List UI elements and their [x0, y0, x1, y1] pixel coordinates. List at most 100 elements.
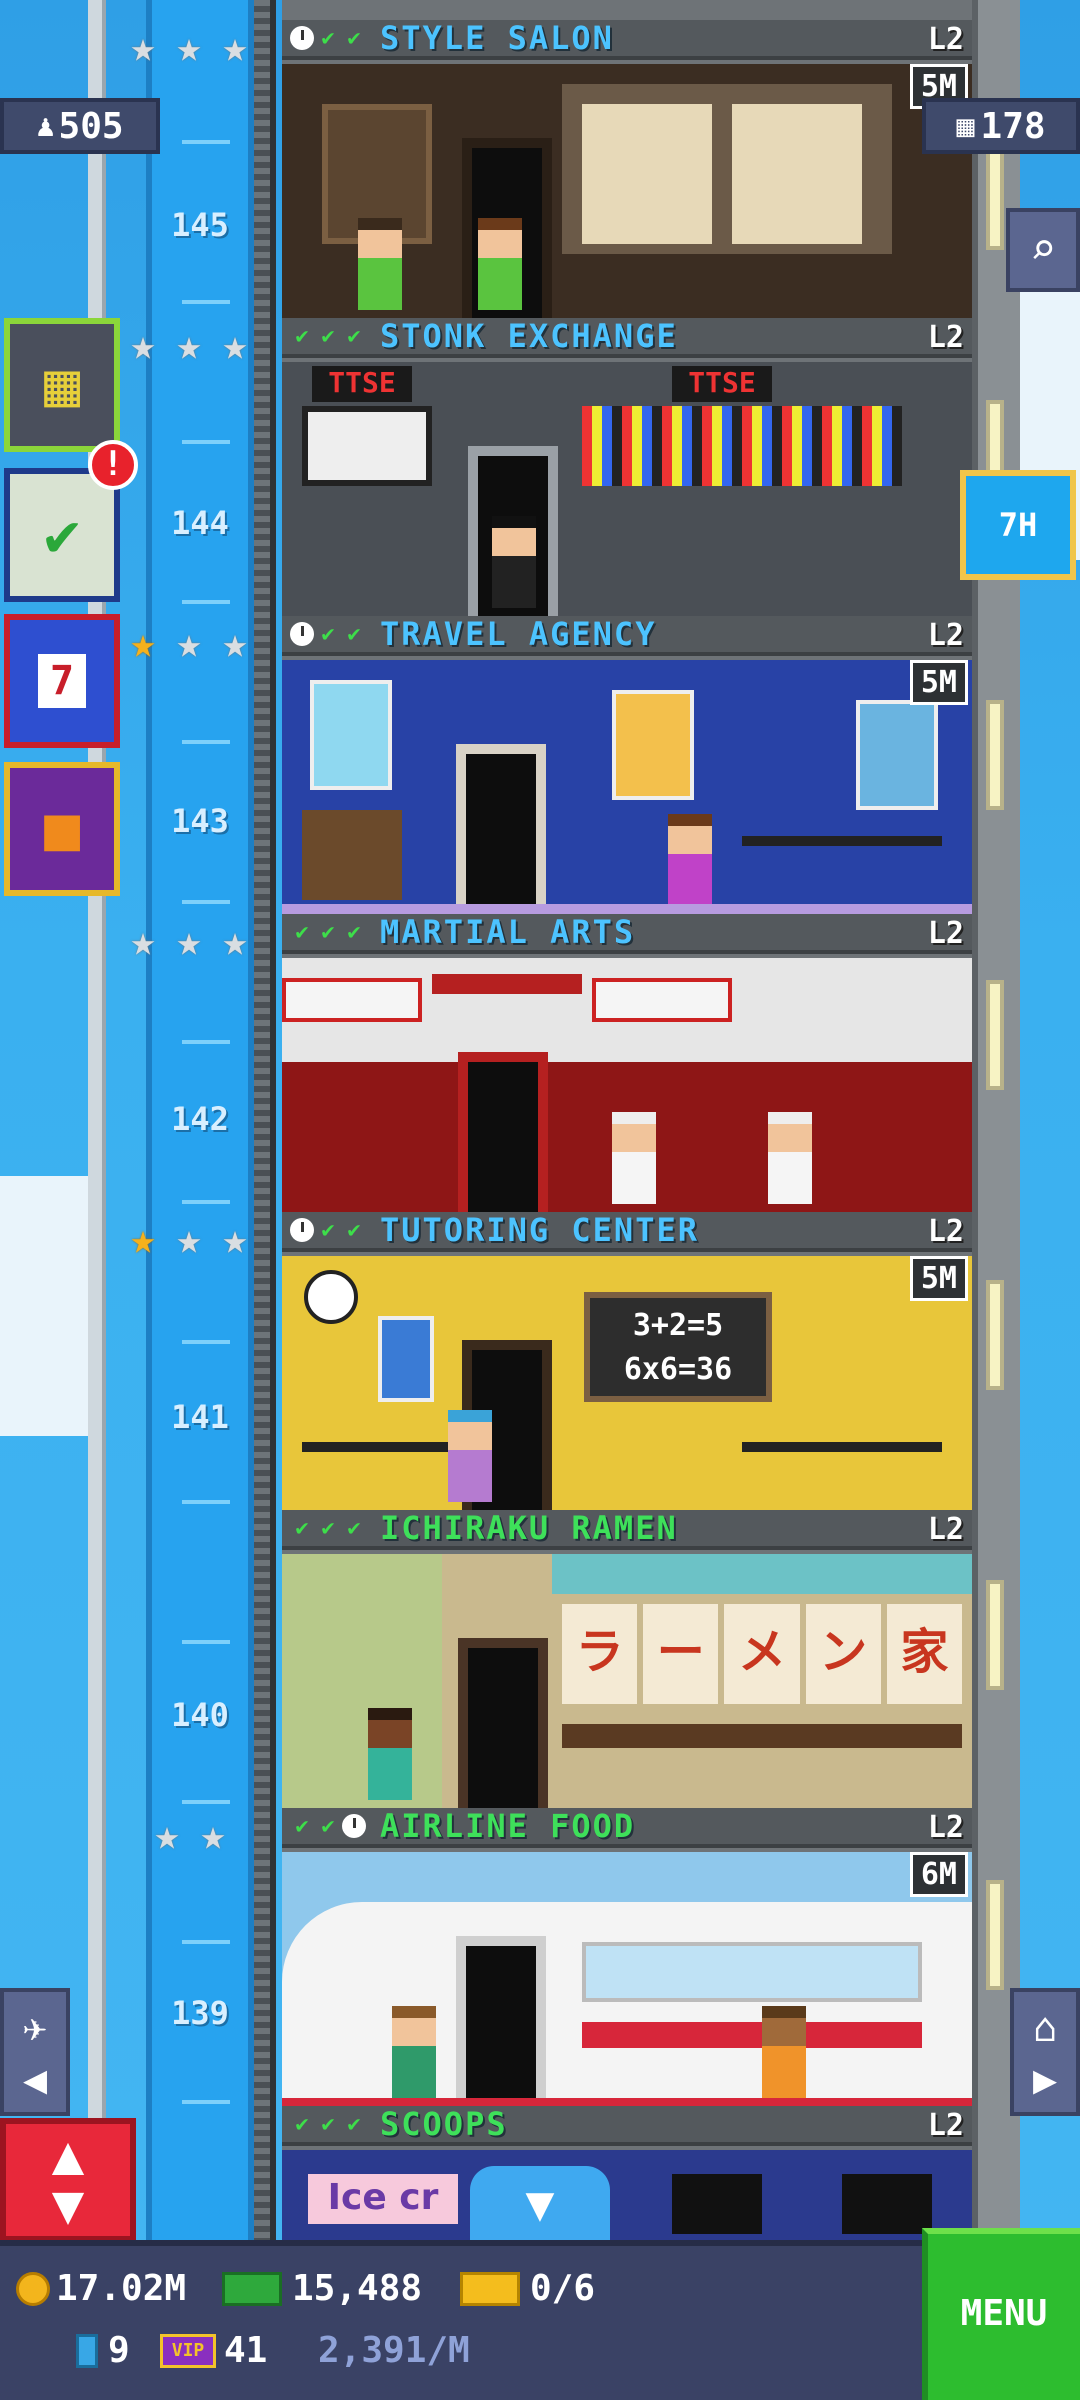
floor-count-counter[interactable]: ▦ 178: [922, 98, 1080, 154]
ice-cream-sign: Ice cr: [308, 2174, 458, 2224]
room-interior: [282, 660, 972, 914]
floor-header: ✔ ✔ TRAVEL AGENCY L2: [282, 615, 972, 656]
tower-window: [986, 1580, 1004, 1690]
star-icon: ★: [130, 22, 156, 71]
star-icon: ★: [222, 618, 248, 667]
check-icon: ✔: [321, 2111, 335, 2137]
star-icon: ★: [154, 1810, 180, 1859]
floor-martial-arts[interactable]: ✔ ✔ ✔ MARTIAL ARTS L2: [282, 913, 972, 1212]
star-icon: ★: [222, 22, 248, 71]
floor-level: L2: [927, 2108, 964, 2143]
check-icon: ✔: [347, 919, 361, 945]
bux-icon: [76, 2333, 98, 2368]
resident[interactable]: [668, 814, 712, 906]
room-interior: ラ ー メ ン 家: [282, 1554, 972, 1808]
resident[interactable]: [448, 1410, 492, 1502]
nav-right-button[interactable]: ⌂ ▶: [1010, 1988, 1080, 2116]
floor-scoops[interactable]: ✔ ✔ ✔ SCOOPS L2 Ice cr: [282, 2106, 972, 2240]
resident[interactable]: [358, 218, 402, 310]
floor-name: ICHIRAKU RAMEN: [380, 1509, 678, 1547]
star-icon: ★: [176, 916, 202, 965]
floor-level: L2: [927, 1810, 964, 1845]
star-icon: ★: [130, 1214, 156, 1263]
coins-stat: 17.02M: [16, 2268, 186, 2309]
resident[interactable]: [478, 218, 522, 310]
tower-window: [986, 700, 1004, 810]
floor-level: L2: [927, 22, 964, 57]
alert-badge: !: [88, 440, 138, 490]
tickets-stat: 0/6: [460, 2268, 595, 2309]
tower-window: [986, 1280, 1004, 1390]
floor-name: MARTIAL ARTS: [380, 913, 636, 951]
check-icon: ✔: [347, 323, 361, 349]
floor-level: L2: [927, 320, 964, 355]
floor-tutoring-center[interactable]: ✔ ✔ TUTORING CENTER L2 3+2=5 6x6=36 5M: [282, 1211, 972, 1510]
menu-button[interactable]: MENU: [922, 2228, 1080, 2400]
floor-name: SCOOPS: [380, 2106, 508, 2143]
floor-header: ✔ ✔ ✔ MARTIAL ARTS L2: [282, 913, 972, 954]
star-icon: ★: [130, 320, 156, 369]
arrow-right-icon: ▶: [1032, 2057, 1058, 2103]
ramen-banner: ラ ー メ ン 家: [562, 1604, 963, 1704]
resident[interactable]: [492, 516, 536, 608]
floor-airline-food[interactable]: ✔ ✔ AIRLINE FOOD L2 6M: [282, 1807, 972, 2106]
bux-value: 9: [108, 2330, 130, 2371]
floor-name: AIRLINE FOOD: [380, 1807, 636, 1845]
room-interior: [282, 64, 972, 318]
floor-stonk-exchange[interactable]: ✔ ✔ ✔ STONK EXCHANGE L2 TTSE TTSE: [282, 317, 972, 616]
star-icon: ★: [130, 618, 156, 667]
floor-ichiraku-ramen[interactable]: ✔ ✔ ✔ ICHIRAKU RAMEN L2 ラ ー メ ン 家: [282, 1509, 972, 1808]
resident[interactable]: [768, 1112, 812, 1204]
check-icon: ✔: [321, 1515, 335, 1541]
star-icon: ★: [176, 618, 202, 667]
calendar-button[interactable]: 7: [4, 614, 120, 748]
coin-icon: [16, 2271, 50, 2306]
floor-stars: ★ ★ ★: [122, 324, 256, 366]
checklist-icon: ✔: [43, 500, 81, 570]
floor-name: STONK EXCHANGE: [380, 317, 678, 355]
vip-icon: VIP: [160, 2333, 216, 2368]
banner-char: ン: [805, 1604, 881, 1704]
arrow-down-icon: ▼: [51, 2173, 85, 2236]
star-icon: ★: [222, 320, 248, 369]
wall-clock-icon: [304, 1270, 358, 1324]
banner-char: 家: [886, 1604, 963, 1704]
floor-stars: ★ ★ ★: [122, 622, 256, 664]
room-interior: [282, 958, 972, 1212]
vip-stat: VIP 41: [160, 2330, 267, 2371]
clock-icon: [342, 1814, 366, 1838]
banner-char: メ: [724, 1604, 800, 1704]
check-icon: ✔: [347, 1515, 361, 1541]
check-icon: ✔: [295, 1813, 309, 1839]
gift-button[interactable]: ■: [4, 762, 120, 896]
elevator-cable: [254, 0, 276, 2240]
bottom-bar: 17.02M 15,488 0/6 9 VIP 41 2,391/M: [0, 2240, 1080, 2400]
floor-name: TUTORING CENTER: [380, 1211, 699, 1249]
clock-icon: [290, 622, 314, 646]
check-icon: ✔: [321, 25, 335, 51]
airplane-icon: ✈: [22, 2005, 48, 2051]
rate-value: 2,391/M: [318, 2330, 470, 2371]
resident[interactable]: [392, 2006, 436, 2098]
timer-button[interactable]: 7H: [960, 470, 1076, 580]
nav-left-button[interactable]: ✈ ◀: [0, 1988, 70, 2116]
floor-style-salon[interactable]: ✔ ✔ STYLE SALON L2 5M: [282, 19, 972, 318]
tower-window: [986, 1880, 1004, 1990]
floor-stars: ★ ★: [146, 1814, 234, 1856]
population-value: 505: [58, 105, 124, 147]
floor-travel-agency[interactable]: ✔ ✔ TRAVEL AGENCY L2 5M: [282, 615, 972, 914]
star-icon: ★: [176, 320, 202, 369]
resident[interactable]: [368, 1708, 412, 1800]
search-icon[interactable]: ⌕: [1006, 208, 1080, 292]
resident[interactable]: [762, 2006, 806, 2098]
building-icon: ▦: [956, 108, 975, 144]
scroll-down-button[interactable]: ▼: [470, 2166, 610, 2242]
banner-char: ラ: [562, 1604, 638, 1704]
check-icon: ✔: [347, 1217, 361, 1243]
floor-level: L2: [927, 1512, 964, 1547]
build-floor-button[interactable]: ▦: [4, 318, 120, 452]
elevator-button[interactable]: ▲ ▼: [0, 2118, 136, 2242]
population-counter[interactable]: ♟ 505: [0, 98, 160, 154]
resident[interactable]: [612, 1112, 656, 1204]
cash-icon: [222, 2271, 282, 2306]
